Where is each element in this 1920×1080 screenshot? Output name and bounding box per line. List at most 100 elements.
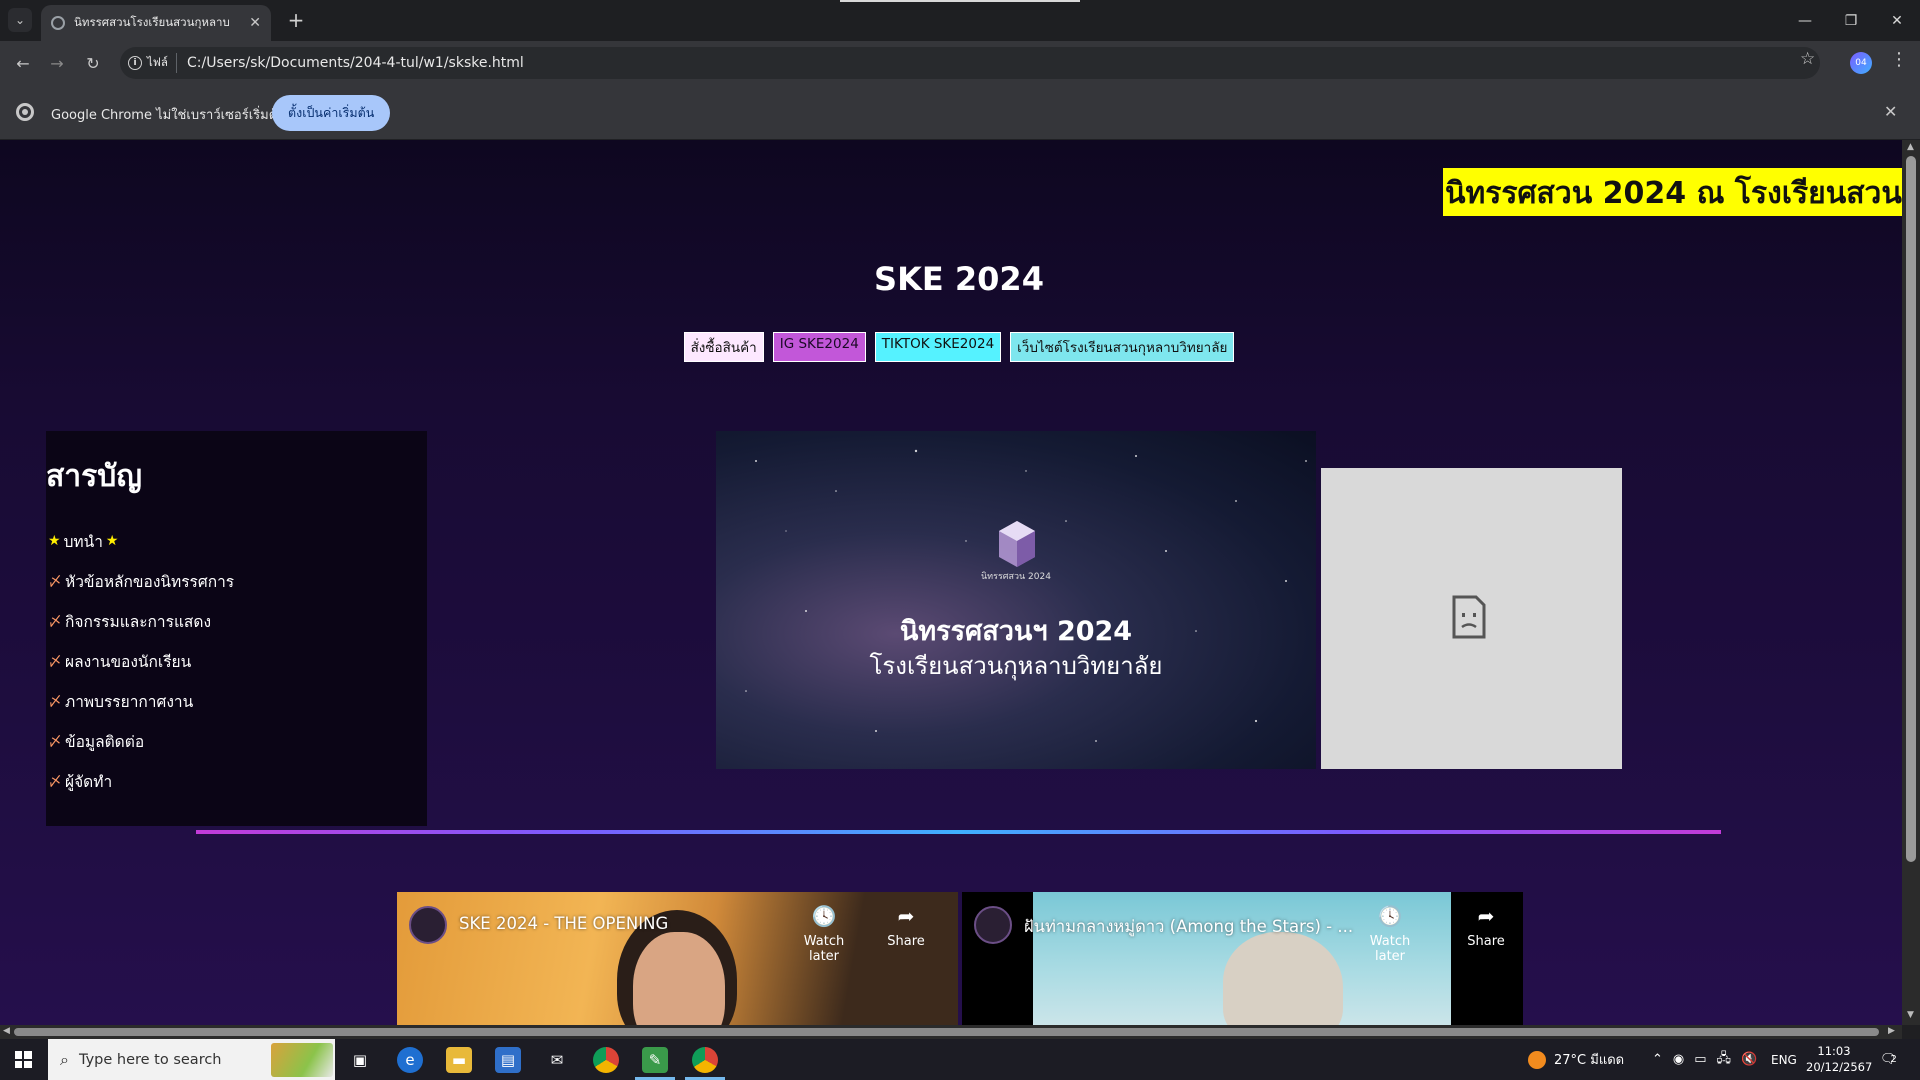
watch-later-button[interactable]: 🕓 Watch later (1355, 904, 1425, 964)
vertical-scrollbar[interactable]: ▲ ▼ (1902, 140, 1920, 1025)
school-website-link[interactable]: เว็บไซต์โรงเรียนสวนกุหลาบวิทยาลัย (1010, 332, 1235, 362)
video-thumbnail-face (633, 932, 725, 1025)
wand-icon: 〆 (48, 574, 62, 590)
edge-icon[interactable]: e (397, 1047, 423, 1073)
back-button[interactable]: ← (10, 50, 36, 76)
hero-image: นิทรรศสวน 2024 นิทรรศสวนฯ 2024 โรงเรียนส… (716, 431, 1316, 769)
chrome-icon (16, 103, 34, 121)
channel-avatar[interactable] (974, 906, 1012, 944)
notepad-plus-icon[interactable]: ✎ (642, 1047, 668, 1073)
scroll-down-icon[interactable]: ▼ (1907, 1010, 1914, 1020)
shop-link[interactable]: สั่งซื้อสินค้า (683, 332, 764, 362)
mail-icon[interactable]: ✉ (544, 1047, 570, 1073)
toc-title: สารบัญ (46, 459, 142, 494)
video-title[interactable]: SKE 2024 - THE OPENING (459, 914, 668, 933)
toc-item-label: หัวข้อหลักของนิทรรศการ (65, 572, 235, 591)
toc-item-student-works[interactable]: 〆 ผลงานของนักเรียน (48, 641, 234, 681)
marquee-banner: นิทรรศสวน 2024 ณ โรงเรียนสวนกุหลาบวิทยาล… (1443, 168, 1902, 216)
address-bar[interactable]: i ไฟล์ C:/Users/sk/Documents/204-4-tul/w… (120, 47, 1820, 79)
taskbar-search[interactable]: ⌕ Type here to search (48, 1039, 335, 1080)
video-thumbnail-rock (1223, 932, 1343, 1025)
clock-icon: 🕓 (811, 904, 837, 928)
exhibition-logo (999, 521, 1035, 567)
scroll-left-icon[interactable]: ◀ (3, 1026, 10, 1036)
share-button[interactable]: ➦ Share (871, 904, 941, 949)
chrome-profile-taskbar-icon[interactable] (692, 1047, 718, 1073)
watch-later-button[interactable]: 🕓 Watch later (789, 904, 859, 964)
video-title[interactable]: ฝันท่ามกลางหมู่ดาว (Among the Stars) - .… (1024, 914, 1353, 940)
share-label: Share (887, 934, 925, 949)
wand-icon: 〆 (48, 734, 62, 750)
start-button[interactable] (0, 1039, 46, 1080)
starfield (745, 449, 1307, 742)
youtube-embed-among-the-stars[interactable]: ฝันท่ามกลางหมู่ดาว (Among the Stars) - .… (962, 892, 1523, 1025)
notification-center[interactable]: 🗨 2 (1880, 1039, 1897, 1080)
browser-tab[interactable]: นิทรรศสวนโรงเรียนสวนกุหลาบ ✕ (41, 5, 271, 41)
tiktok-link[interactable]: TIKTOK SKE2024 (874, 332, 1002, 362)
share-arrow-icon: ➦ (1477, 904, 1495, 928)
new-tab-button[interactable]: + (284, 8, 308, 32)
site-info-label: ไฟล์ (147, 55, 168, 69)
toc-item-organizers[interactable]: 〆 ผู้จัดทำ (48, 761, 234, 801)
task-view-icon[interactable]: ▣ (347, 1047, 373, 1073)
toc-item-intro[interactable]: ★ บทนำ ★ (48, 521, 234, 561)
table-of-contents: สารบัญ ★ บทนำ ★ 〆 หัวข้อหลักของนิทรรศการ… (46, 431, 427, 826)
toc-item-label: กิจกรรมและการแสดง (65, 612, 212, 631)
scroll-up-icon[interactable]: ▲ (1907, 142, 1914, 152)
url-text[interactable]: C:/Users/sk/Documents/204-4-tul/w1/skske… (187, 55, 524, 71)
network-icon[interactable]: 🖧 (1717, 1049, 1732, 1071)
site-info-chip[interactable]: i ไฟล์ (128, 53, 177, 73)
windows-taskbar: ⌕ Type here to search ▣ e ▬ ▤ ✉ ✎ 27°C ม… (0, 1039, 1920, 1080)
taskbar-clock[interactable]: 11:03 20/12/2567 (1806, 1043, 1872, 1075)
toc-item-label: ผู้จัดทำ (65, 772, 113, 791)
youtube-embed-opening[interactable]: SKE 2024 - THE OPENING 🕓 Watch later ➦ S… (397, 892, 958, 1025)
system-tray: ⌃ ◉ ▭ 🖧 🔇 (1652, 1039, 1757, 1080)
clock-icon: 🕓 (1377, 904, 1403, 928)
chevron-up-icon[interactable]: ⌃ (1652, 1052, 1663, 1067)
hero-logo-caption: นิทรรศสวน 2024 (981, 572, 1051, 582)
close-tab-icon[interactable]: ✕ (249, 15, 261, 31)
marquee-text: นิทรรศสวน 2024 ณ โรงเรียนสวนกุหลาบวิทยาล… (1445, 176, 1902, 211)
chrome-taskbar-icon[interactable] (593, 1047, 619, 1073)
restore-button[interactable]: ❐ (1828, 0, 1874, 41)
page-content: นิทรรศสวน 2024 ณ โรงเรียนสวนกุหลาบวิทยาล… (0, 140, 1902, 1025)
toc-item-contact[interactable]: 〆 ข้อมูลติดต่อ (48, 721, 234, 761)
channel-avatar[interactable] (409, 906, 447, 944)
instagram-link[interactable]: IG SKE2024 (772, 332, 866, 362)
reload-button[interactable]: ↻ (80, 50, 106, 76)
forward-button[interactable]: → (44, 50, 70, 76)
set-default-button[interactable]: ตั้งเป็นค่าเริ่มต้น (272, 95, 391, 131)
vertical-scroll-thumb[interactable] (1906, 156, 1916, 862)
globe-icon (51, 16, 65, 30)
more-menu-icon[interactable]: ⋮ (1890, 49, 1908, 70)
toc-item-activities[interactable]: 〆 กิจกรรมและการแสดง (48, 601, 234, 641)
wand-icon: 〆 (48, 614, 62, 630)
volume-muted-icon[interactable]: 🔇 (1741, 1052, 1757, 1067)
star-icon: ★ (105, 533, 119, 549)
minimize-button[interactable]: — (1782, 0, 1828, 41)
wand-icon: 〆 (48, 654, 62, 670)
profile-avatar[interactable]: 04 (1850, 52, 1872, 74)
horizontal-scrollbar[interactable]: ◀ ▶ (0, 1025, 1902, 1039)
meet-now-icon[interactable]: ▭ (1694, 1052, 1706, 1067)
horizontal-scroll-thumb[interactable] (14, 1028, 1879, 1036)
close-infobar-icon[interactable]: ✕ (1884, 102, 1897, 121)
bookmark-star-icon[interactable]: ☆ (1800, 49, 1815, 69)
tab-title: นิทรรศสวนโรงเรียนสวนกุหลาบ (74, 15, 230, 29)
tab-search-button[interactable]: ⌄ (8, 8, 32, 32)
file-explorer-icon[interactable]: ▬ (446, 1047, 472, 1073)
toc-item-topics[interactable]: 〆 หัวข้อหลักของนิทรรศการ (48, 561, 234, 601)
broken-embed-frame (1321, 468, 1622, 769)
hero-subtitle: โรงเรียนสวนกุหลาบวิทยาลัย (869, 652, 1163, 680)
share-button[interactable]: ➦ Share (1451, 904, 1521, 949)
weather-widget[interactable]: 27°C มีแดด (1528, 1039, 1624, 1080)
scroll-right-icon[interactable]: ▶ (1888, 1026, 1895, 1036)
toc-item-atmosphere[interactable]: 〆 ภาพบรรยากาศงาน (48, 681, 234, 721)
default-browser-infobar: Google Chrome ไม่ใช่เบราว์เซอร์เริ่มต้น … (0, 85, 1920, 140)
search-highlight-art (271, 1043, 333, 1077)
store-icon[interactable]: ▤ (495, 1047, 521, 1073)
close-window-button[interactable]: ✕ (1874, 0, 1920, 41)
record-icon[interactable]: ◉ (1673, 1052, 1684, 1067)
search-icon: ⌕ (60, 1049, 69, 1069)
language-indicator[interactable]: ENG (1771, 1039, 1797, 1080)
